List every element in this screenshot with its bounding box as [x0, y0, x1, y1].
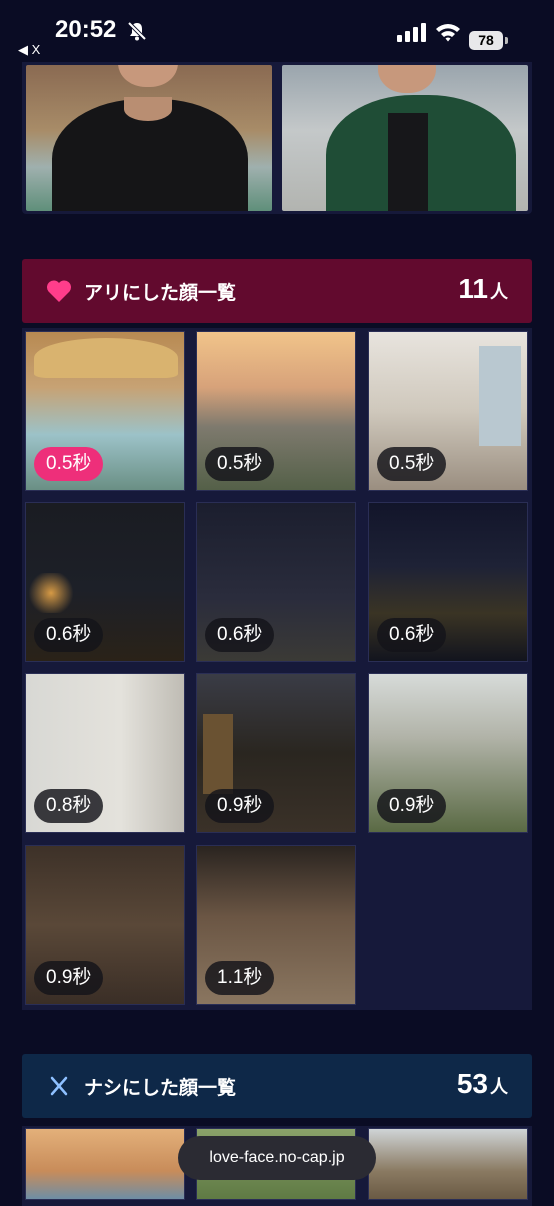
reaction-time-badge: 0.5秒: [34, 447, 104, 481]
face-card[interactable]: 1.1秒: [196, 845, 356, 1005]
battery-level: 78: [469, 31, 503, 50]
portrait-photo: [26, 65, 272, 211]
face-card[interactable]: [368, 1128, 528, 1200]
reaction-time-badge: 0.9秒: [377, 789, 447, 823]
face-card[interactable]: 0.9秒: [196, 673, 356, 833]
face-card[interactable]: 0.5秒: [368, 331, 528, 491]
reaction-time-badge: 0.8秒: [34, 789, 104, 823]
section-title: ナシにした顔一覧: [84, 1077, 237, 1099]
bell-muted-icon: [127, 21, 147, 41]
status-time: 20:52: [55, 16, 117, 43]
face-card[interactable]: 0.9秒: [368, 673, 528, 833]
reaction-time-badge: 0.5秒: [377, 447, 447, 481]
face-card[interactable]: 0.9秒: [25, 845, 185, 1005]
reaction-time-badge: 0.9秒: [34, 961, 104, 995]
rejected-faces-header: ナシにした顔一覧 53 人: [22, 1054, 532, 1118]
previous-result-card: [22, 62, 532, 214]
portrait-photo: [282, 65, 528, 211]
rejected-count: 53 人: [457, 1068, 508, 1100]
heart-icon: [46, 280, 72, 302]
reaction-time-badge: 0.9秒: [205, 789, 275, 823]
status-bar: 20:52 ◀ X 78: [0, 0, 554, 62]
section-title: アリにした顔一覧: [84, 282, 237, 304]
liked-faces-header: アリにした顔一覧 11 人: [22, 259, 532, 323]
reaction-time-badge: 1.1秒: [205, 961, 275, 995]
face-card[interactable]: 0.6秒: [196, 502, 356, 662]
liked-count: 11 人: [458, 273, 508, 305]
reaction-time-badge: 0.6秒: [205, 618, 275, 652]
face-card[interactable]: 0.5秒: [25, 331, 185, 491]
face-card[interactable]: [25, 1128, 185, 1200]
face-card[interactable]: 0.5秒: [196, 331, 356, 491]
face-card[interactable]: 0.6秒: [25, 502, 185, 662]
wifi-icon: [436, 24, 460, 42]
reaction-time-badge: 0.6秒: [377, 618, 447, 652]
reaction-time-badge: 0.5秒: [205, 447, 275, 481]
face-card[interactable]: 0.8秒: [25, 673, 185, 833]
count-unit: 人: [490, 282, 508, 302]
count-value: 53: [456, 1068, 488, 1099]
url-toast: love-face.no-cap.jp: [178, 1136, 376, 1180]
count-value: 11: [458, 273, 488, 304]
signal-icon: [397, 23, 426, 42]
close-icon: [50, 1076, 68, 1096]
reaction-time-badge: 0.6秒: [34, 618, 104, 652]
face-card[interactable]: 0.6秒: [368, 502, 528, 662]
count-unit: 人: [490, 1077, 508, 1097]
back-to-app-button[interactable]: ◀ X: [18, 42, 40, 58]
